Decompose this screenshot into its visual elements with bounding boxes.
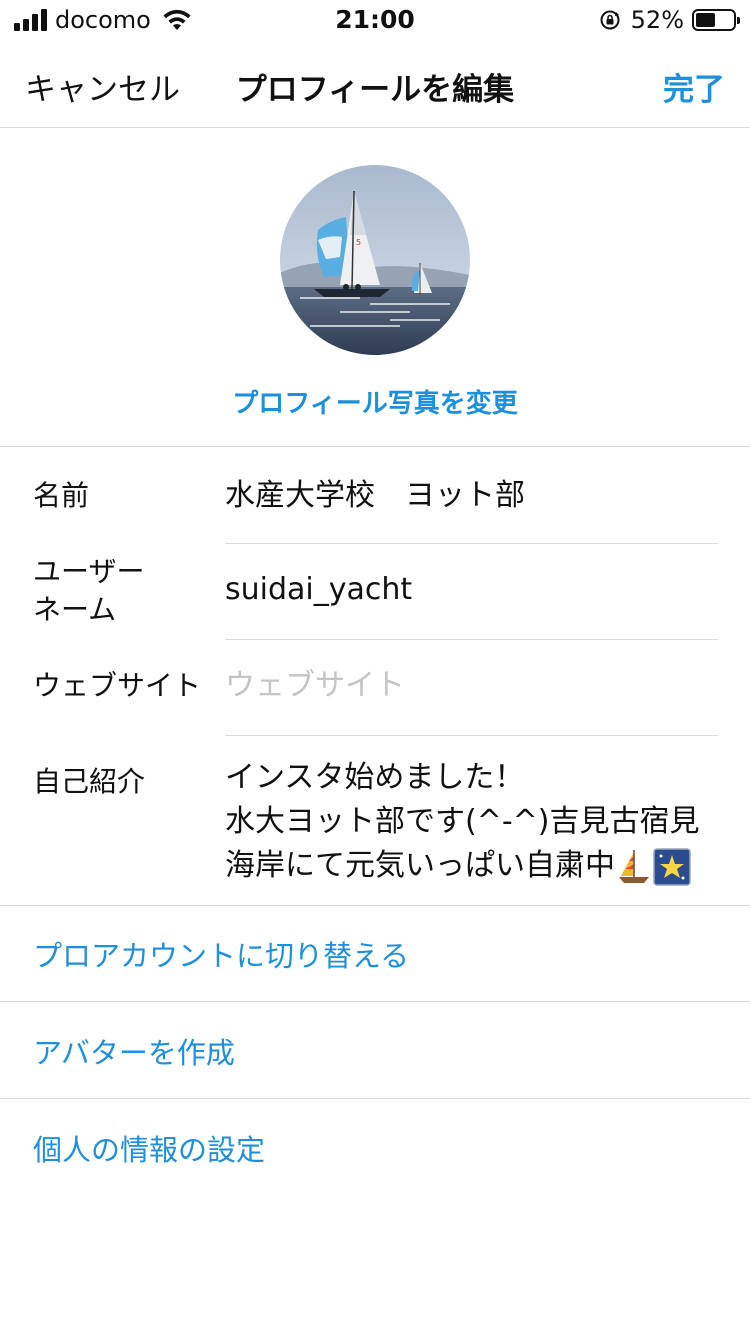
- change-profile-photo-button[interactable]: プロフィール写真を変更: [0, 383, 750, 420]
- name-row: 名前 水産大学校 ヨット部: [0, 448, 750, 544]
- bio-line-3: 海岸にて元気いっぱい自粛中: [225, 844, 700, 888]
- profile-photo-section: 5 プロフィール写真を変更: [0, 129, 750, 447]
- divider: [0, 1001, 750, 1002]
- name-field[interactable]: 水産大学校 ヨット部: [225, 476, 525, 516]
- divider: [0, 1098, 750, 1099]
- svg-text:5: 5: [356, 238, 361, 247]
- battery-icon: [692, 9, 740, 31]
- navigation-bar: キャンセル プロフィールを編集 完了: [0, 40, 750, 128]
- username-field[interactable]: suidai_yacht: [225, 570, 412, 610]
- bio-line: 海岸にて元気いっぱい自粛中: [225, 848, 615, 883]
- profile-photo[interactable]: 5: [280, 165, 470, 355]
- website-field[interactable]: ウェブサイト: [225, 666, 405, 706]
- sailboat-photo-image: 5: [280, 165, 470, 355]
- personal-info-settings-link[interactable]: 個人の情報の設定: [33, 1127, 265, 1169]
- bio-line: インスタ始めました！: [225, 760, 525, 795]
- status-right: 52%: [599, 6, 740, 34]
- name-label: 名前: [33, 479, 90, 512]
- battery-percent: 52%: [630, 6, 684, 34]
- username-row: ユーザー ネーム suidai_yacht: [0, 544, 750, 640]
- bio-line: 水大ヨット部です(^-^)吉見古宿見: [225, 804, 700, 839]
- bio-row: 自己紹介 インスタ始めました！ 水大ヨット部です(^-^)吉見古宿見 海岸にて元…: [0, 736, 750, 905]
- website-row: ウェブサイト ウェブサイト: [0, 640, 750, 736]
- divider: [0, 905, 750, 906]
- rotation-lock-icon: [600, 10, 620, 30]
- profile-form: 名前 水産大学校 ヨット部 ユーザー ネーム suidai_yacht ウェブサ…: [0, 448, 750, 905]
- website-label: ウェブサイト: [33, 669, 202, 702]
- cancel-button[interactable]: キャンセル: [25, 64, 180, 109]
- glowing-star-emoji-icon: [653, 847, 691, 886]
- username-label-line1: ユーザー: [33, 555, 145, 588]
- battery-level-fill: [696, 13, 715, 27]
- switch-to-pro-account-link[interactable]: プロアカウントに切り替える: [33, 933, 409, 975]
- status-bar: docomo 21:00 52%: [0, 0, 750, 40]
- username-label-line2: ネーム: [33, 593, 117, 626]
- sailboat-emoji-icon: [619, 849, 649, 883]
- create-avatar-link[interactable]: アバターを作成: [33, 1030, 235, 1072]
- done-button[interactable]: 完了: [663, 64, 725, 109]
- bio-field[interactable]: インスタ始めました！ 水大ヨット部です(^-^)吉見古宿見 海岸にて元気いっぱい…: [225, 756, 700, 888]
- bio-label: 自己紹介: [33, 765, 146, 798]
